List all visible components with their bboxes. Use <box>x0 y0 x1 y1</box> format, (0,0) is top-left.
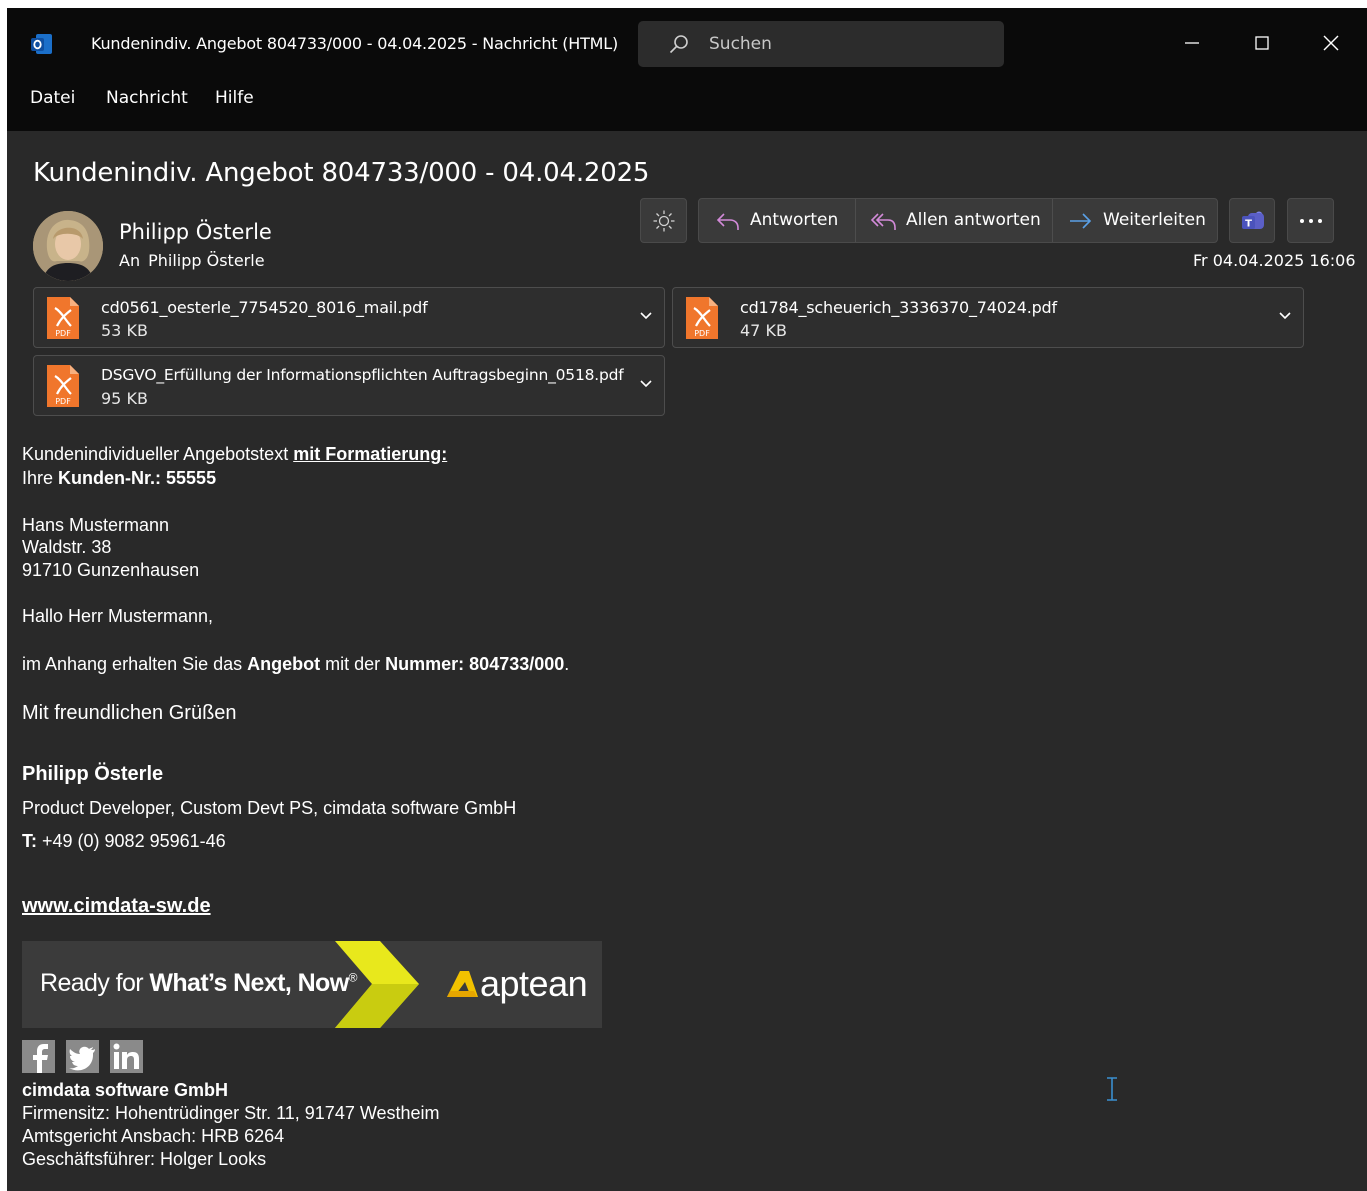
more-dots-icon <box>1300 219 1322 223</box>
reply-actions-group: Antworten Allen antworten Weiterleiten <box>698 198 1218 243</box>
svg-text:PDF: PDF <box>694 329 710 338</box>
outlook-icon <box>31 34 52 54</box>
title-bar: Kundenindiv. Angebot 804733/000 - 04.04.… <box>7 8 1367 131</box>
menu-datei[interactable]: Datei <box>30 88 75 108</box>
theme-toggle-button[interactable] <box>640 198 687 243</box>
teams-icon: T <box>1242 211 1264 230</box>
customer-prefix: Ihre <box>22 468 59 488</box>
avatar[interactable] <box>33 211 103 281</box>
company-register: Amtsgericht Ansbach: HRB 6264 <box>22 1126 285 1146</box>
text-cursor-icon <box>1107 1077 1117 1101</box>
reply-all-button[interactable]: Allen antworten <box>856 199 1052 242</box>
attachment-size: 53 KB <box>101 321 148 340</box>
closing: Mit freundlichen Grüßen <box>22 702 237 724</box>
attachment-card[interactable]: PDF cd0561_oesterle_7754520_8016_mail.pd… <box>33 287 665 348</box>
company-name: cimdata software GmbH <box>22 1080 229 1100</box>
offer-bold: Angebot <box>247 654 321 674</box>
maximize-icon[interactable] <box>1247 28 1277 58</box>
menu-hilfe[interactable]: Hilfe <box>215 88 254 108</box>
twitter-icon[interactable] <box>66 1040 99 1073</box>
customer-number: Kunden-Nr.: 55555 <box>58 468 217 488</box>
signature-name: Philipp Österle <box>22 763 164 785</box>
linkedin-icon[interactable] <box>110 1040 143 1073</box>
phone-number: +49 (0) 9082 95961-46 <box>37 831 226 851</box>
sender-name[interactable]: Philipp Österle <box>119 220 272 244</box>
forward-button[interactable]: Weiterleiten <box>1053 199 1217 242</box>
message-subject: Kundenindiv. Angebot 804733/000 - 04.04.… <box>33 158 650 188</box>
reply-icon <box>716 213 739 230</box>
offer-line: im Anhang erhalten Sie das Angebot mit d… <box>22 654 569 675</box>
attachment-name: cd0561_oesterle_7754520_8016_mail.pdf <box>101 298 428 317</box>
slogan-bold: What’s Next, Now <box>149 969 349 997</box>
offer-number: Nummer: 804733/000 <box>385 654 565 674</box>
website-url[interactable]: www.cimdata-sw.de <box>22 895 211 917</box>
intro-underlined: mit Formatierung: <box>293 444 448 464</box>
svg-text:PDF: PDF <box>55 397 71 406</box>
recipient-line: An Philipp Österle <box>119 251 265 270</box>
outlook-message-window: Kundenindiv. Angebot 804733/000 - 04.04.… <box>7 8 1367 1191</box>
more-options-button[interactable] <box>1287 198 1334 243</box>
chevron-down-icon[interactable] <box>1277 310 1293 322</box>
attachment-card[interactable]: PDF DSGVO_Erfüllung der Informationspfli… <box>33 355 665 416</box>
minimize-icon[interactable] <box>1177 28 1207 58</box>
teams-chat-button[interactable]: T <box>1229 198 1275 243</box>
website-link[interactable]: www.cimdata-sw.de <box>22 895 211 918</box>
offer-text: mit der <box>320 654 386 674</box>
pdf-file-icon: PDF <box>47 365 79 407</box>
offer-text: im Anhang erhalten Sie das <box>22 654 248 674</box>
company-ceo: Geschäftsführer: Holger Looks <box>22 1149 267 1169</box>
reply-all-label: Allen antworten <box>906 210 1041 230</box>
menu-nachricht[interactable]: Nachricht <box>106 88 188 108</box>
address-city: 91710 Gunzenhausen <box>22 560 200 580</box>
recipient-name[interactable]: Philipp Österle <box>148 251 264 270</box>
reply-label: Antworten <box>750 210 839 230</box>
offer-text: . <box>564 654 570 674</box>
close-icon[interactable] <box>1316 28 1346 58</box>
reply-all-icon <box>870 213 896 230</box>
signature-role: Product Developer, Custom Devt PS, cimda… <box>22 798 517 818</box>
phone-label: T: <box>22 831 37 851</box>
pdf-file-icon: PDF <box>47 297 79 339</box>
attachment-name: DSGVO_Erfüllung der Informationspflichte… <box>101 366 624 384</box>
aptean-logo-text: aptean <box>480 963 588 1004</box>
sun-icon <box>653 210 675 232</box>
search-icon <box>669 35 688 54</box>
svg-text:T: T <box>1245 219 1252 230</box>
customer-number-line: Ihre Kunden-Nr.: 55555 <box>22 468 216 489</box>
intro-text: Kundenindividueller Angebotstext <box>22 444 294 464</box>
signature-phone: T: +49 (0) 9082 95961-46 <box>22 831 226 852</box>
attachment-name: cd1784_scheuerich_3336370_74024.pdf <box>740 298 1057 317</box>
address-street: Waldstr. 38 <box>22 537 112 557</box>
chevron-down-icon[interactable] <box>638 310 654 322</box>
address-name: Hans Mustermann <box>22 515 170 535</box>
sender-photo <box>33 211 103 281</box>
search-placeholder: Suchen <box>709 34 772 54</box>
attachment-size: 95 KB <box>101 389 148 408</box>
attachment-card[interactable]: PDF cd1784_scheuerich_3336370_74024.pdf … <box>672 287 1304 348</box>
to-label: An <box>119 251 141 270</box>
forward-arrow-icon <box>1070 213 1092 229</box>
facebook-icon[interactable] <box>22 1040 55 1073</box>
svg-text:PDF: PDF <box>55 329 71 338</box>
search-box[interactable]: Suchen <box>638 21 1004 67</box>
aptean-banner[interactable]: Ready for What’s Next, Now® aptean <box>22 941 602 1028</box>
pdf-file-icon: PDF <box>686 297 718 339</box>
banner-slogan: Ready for What’s Next, Now® <box>40 969 357 998</box>
greeting: Hallo Herr Mustermann, <box>22 606 214 626</box>
forward-label: Weiterleiten <box>1103 210 1206 230</box>
window-title: Kundenindiv. Angebot 804733/000 - 04.04.… <box>91 34 619 53</box>
intro-line: Kundenindividueller Angebotstext mit For… <box>22 444 447 465</box>
attachment-size: 47 KB <box>740 321 787 340</box>
reply-button[interactable]: Antworten <box>699 199 855 242</box>
chevron-down-icon[interactable] <box>638 378 654 390</box>
sent-date: Fr 04.04.2025 16:06 <box>1193 251 1356 270</box>
registered-mark: ® <box>348 970 358 985</box>
slogan-plain: Ready for <box>40 969 150 997</box>
company-address: Firmensitz: Hohentrüdinger Str. 11, 9174… <box>22 1103 440 1123</box>
